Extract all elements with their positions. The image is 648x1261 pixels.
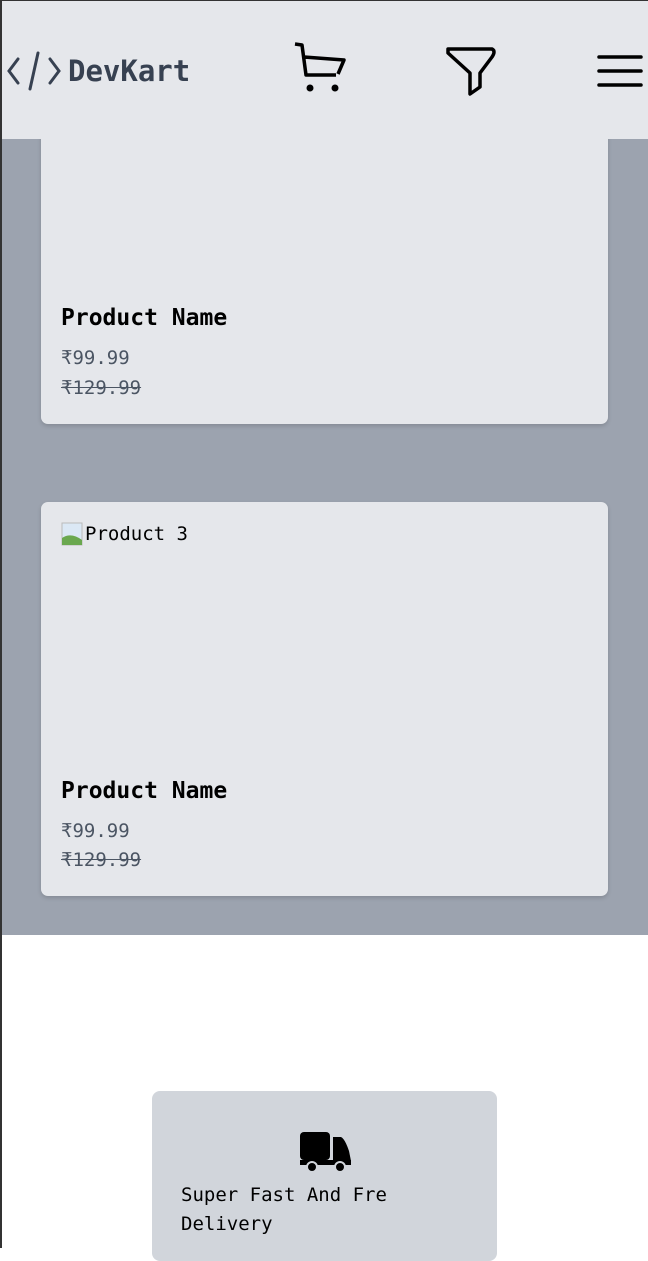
code-icon	[7, 51, 61, 91]
product-price: ₹99.99	[61, 347, 130, 369]
broken-image-icon	[61, 522, 83, 546]
product-original-price: ₹129.99	[61, 849, 142, 871]
product-image: Product 3	[61, 522, 188, 546]
feature-text: Super Fast And Fre Delivery	[181, 1184, 387, 1235]
product-name: Product Name	[61, 778, 228, 804]
brand-logo[interactable]: DevKart	[6, 51, 190, 91]
product-original-price: ₹129.99	[61, 377, 142, 399]
header: DevKart	[2, 1, 648, 139]
product-card[interactable]: Product Name ₹99.99 ₹129.99	[41, 139, 608, 424]
feature-card: Super Fast And Fre Delivery	[152, 1091, 497, 1261]
product-image-alt: Product 3	[85, 523, 188, 545]
product-card[interactable]: Product 3 Product Name ₹99.99 ₹129.99	[41, 502, 608, 896]
product-list: Product Name ₹99.99 ₹129.99 Product 3 Pr…	[2, 139, 648, 935]
cart-icon[interactable]	[292, 41, 348, 95]
brand-name: DevKart	[68, 54, 191, 88]
product-name: Product Name	[61, 305, 228, 331]
truck-icon	[300, 1132, 351, 1173]
menu-icon[interactable]	[597, 53, 643, 89]
filter-icon[interactable]	[444, 45, 498, 97]
product-price: ₹99.99	[61, 820, 130, 842]
